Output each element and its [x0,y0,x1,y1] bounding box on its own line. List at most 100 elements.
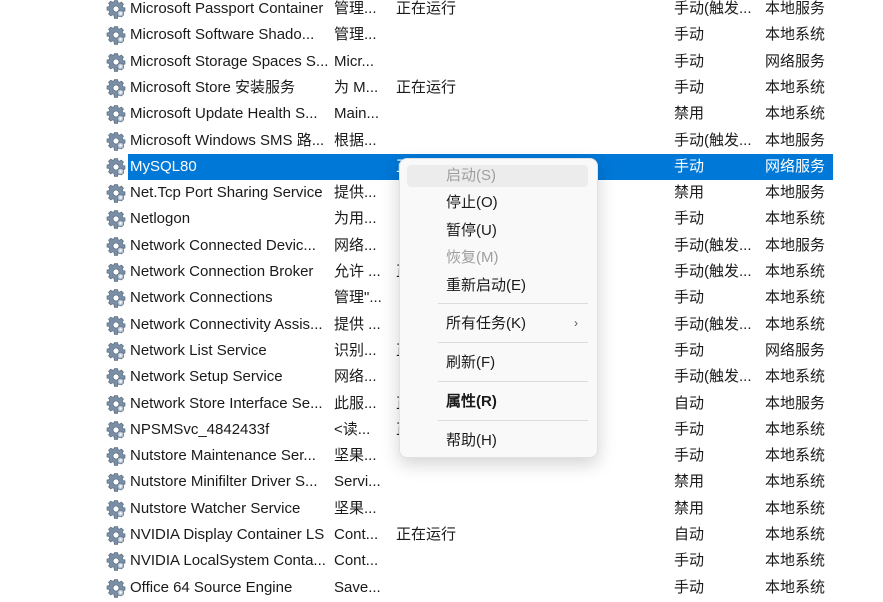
service-startup-type: 手动 [674,289,705,307]
service-name: Nutstore Maintenance Ser... [130,447,316,465]
service-name: Office 64 Source Engine [130,578,293,596]
menu-item-start[interactable]: 启动(S) [407,165,588,187]
service-startup-type: 手动(触发... [674,0,752,17]
service-startup-type: 手动(触发... [674,131,752,149]
service-gear-icon [106,236,126,256]
service-row[interactable]: Microsoft Software Shado... 管理... 手动 本地系统 [0,22,883,48]
service-description: 允许 ... [334,263,381,280]
service-logon-as: 网络服务 [765,341,826,359]
service-description: <读... [334,420,371,438]
service-description: Servi... [334,473,381,491]
service-row[interactable]: NVIDIA Display Container LS Cont... 正在运行 自动… [0,522,883,548]
service-name: NPSMSvc_4842433f [130,420,270,438]
service-logon-as: 本地系统 [765,526,826,543]
menu-item-help-label: 帮助(H) [446,432,497,449]
service-startup-type: 自动 [674,394,705,412]
service-startup-type: 手动 [674,52,705,70]
service-gear-icon [106,578,126,598]
menu-item-stop[interactable]: 停止(O) [407,192,588,214]
menu-item-pause-label: 暂停(U) [446,222,497,239]
menu-item-refresh[interactable]: 刷新(F) [407,352,588,374]
service-name: Microsoft Storage Spaces S... [130,52,329,70]
service-name: Network Connected Devic... [130,236,316,254]
service-row[interactable]: Microsoft Storage Spaces S... Micr... 手动 网络… [0,49,883,75]
service-gear-icon [106,288,126,309]
service-name: Network List Service [130,341,267,359]
menu-item-all-tasks[interactable]: 所有任务(K) › [407,313,588,335]
service-gear-icon [106,525,126,545]
service-name: Nutstore Watcher Service [130,499,301,517]
service-startup-type: 手动 [674,26,705,44]
service-name: Microsoft Update Health S... [130,105,318,123]
service-row[interactable]: Nutstore Watcher Service 坚果... 禁用 本地系统 [0,496,883,522]
service-row[interactable]: Microsoft Store 安装服务 为 M... 正在运行 手动 本地系统 [0,75,883,101]
service-row[interactable]: Microsoft Update Health S... Main... 禁用 本地系… [0,101,883,127]
service-logon-as: 本地系统 [765,368,826,386]
menu-item-pause[interactable]: 暂停(U) [407,220,588,242]
service-name: Microsoft Software Shado... [130,26,315,44]
service-row[interactable]: Microsoft Windows SMS 路... 根据... 手动(触发... 本… [0,128,883,154]
service-logon-as: 本地系统 [765,473,826,491]
service-logon-as: 本地系统 [765,289,826,307]
service-row[interactable]: NVIDIA LocalSystem Conta... Cont... 手动 本地系统 [0,548,883,574]
service-description: Save... [334,578,381,596]
service-logon-as: 本地服务 [765,236,826,254]
menu-item-restart[interactable]: 重新启动(E) [407,275,588,297]
service-description: Cont... [334,526,379,543]
service-name: Network Store Interface Se... [130,394,323,412]
service-name: Netlogon [130,210,191,228]
service-row[interactable]: Office 64 Source Engine Save... 手动 本地系统 [0,575,883,601]
service-status: 正在运行 [396,0,457,17]
service-logon-as: 网络服务 [765,157,826,175]
menu-item-help[interactable]: 帮助(H) [407,430,588,452]
service-description: 此服... [334,394,377,412]
service-row[interactable]: Microsoft Passport Container 管理... 正在运行 手动(… [0,0,883,22]
service-logon-as: 本地服务 [765,394,826,412]
service-name: MySQL80 [130,157,197,175]
service-startup-type: 禁用 [674,184,705,202]
service-logon-as: 网络服务 [765,52,826,70]
service-status: 正在运行 [396,78,457,96]
menu-item-properties[interactable]: 属性(R) [407,391,588,413]
service-name: Net.Tcp Port Sharing Service [130,184,323,202]
service-name: Microsoft Store 安装服务 [130,78,296,96]
service-description: 提供... [334,184,377,202]
service-startup-type: 手动 [674,210,705,228]
service-gear-icon [106,446,126,466]
service-startup-type: 手动(触发... [674,236,752,254]
service-row[interactable]: Nutstore Minifilter Driver S... Servi... 禁… [0,469,883,495]
menu-item-resume[interactable]: 恢复(M) [407,247,588,269]
service-gear-icon [106,25,126,46]
menu-item-stop-label: 停止(O) [446,194,498,211]
service-logon-as: 本地系统 [765,78,826,96]
service-description: 管理... [334,26,377,44]
service-description: 根据... [334,131,377,149]
service-logon-as: 本地服务 [765,0,826,17]
menu-separator [438,342,588,343]
service-startup-type: 手动(触发... [674,315,752,333]
service-name: NVIDIA Display Container LS [130,526,325,543]
service-description: 识别... [334,341,377,359]
service-logon-as: 本地系统 [765,105,826,123]
service-startup-type: 手动 [674,420,705,438]
service-gear-icon [106,52,126,72]
service-startup-type: 手动 [674,157,705,175]
service-gear-icon [106,183,126,203]
service-startup-type: 禁用 [674,473,705,491]
service-gear-icon [106,209,126,230]
service-logon-as: 本地系统 [765,315,826,333]
service-description: 提供 ... [334,315,381,333]
service-description: Main... [334,105,380,123]
service-logon-as: 本地服务 [765,184,826,202]
service-startup-type: 禁用 [674,499,705,517]
service-startup-type: 手动 [674,447,705,465]
service-description: 为用... [334,210,377,228]
service-status: 正在运行 [396,526,457,543]
service-startup-type: 禁用 [674,105,705,123]
service-description: Micr... [334,52,374,70]
service-gear-icon [106,78,126,98]
menu-separator [438,420,588,421]
service-startup-type: 手动(触发... [674,263,752,280]
menu-item-all-tasks-label: 所有任务(K) [446,315,526,332]
service-name: Microsoft Windows SMS 路... [130,131,325,149]
